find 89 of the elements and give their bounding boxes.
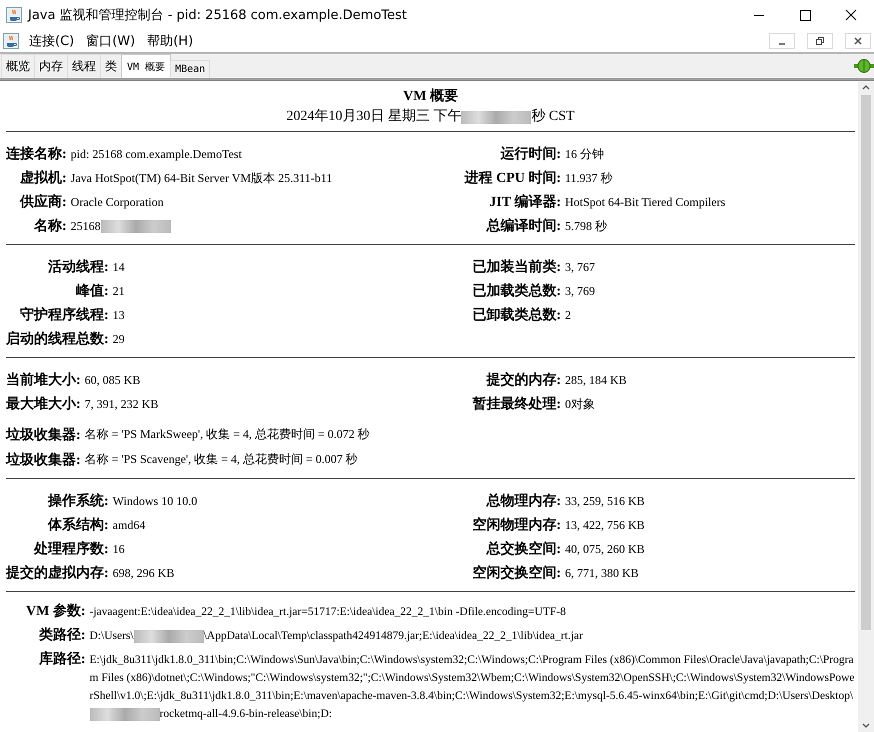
tab[interactable]: MBean (170, 60, 210, 78)
field-label: 已卸载类总数: (472, 306, 562, 324)
field-value: 名称 = 'PS Scavenge', 收集 = 4, 总花费时间 = 0.007 秒 (84, 451, 358, 468)
vertical-scrollbar[interactable] (858, 81, 874, 732)
close-button[interactable] (845, 33, 871, 49)
timestamp-text: 秒 CST (531, 108, 575, 126)
field-value: pid: 25168 com.example.DemoTest (70, 146, 242, 162)
field-label: 虚拟机: (19, 169, 68, 187)
close-icon (854, 37, 862, 45)
field-label: 暂挂最终处理: (472, 395, 562, 413)
field-label: 体系结构: (46, 516, 110, 534)
path-text: rocketmq-all-4.9.6-bin-release\bin;D: (160, 708, 332, 720)
field-value: 13 (112, 308, 125, 322)
menu-item[interactable]: 窗口(W) (84, 32, 138, 50)
redacted-block (90, 708, 160, 721)
field-value: 6, 771, 380 KB (565, 566, 639, 580)
menu-item[interactable]: 连接(C) (27, 32, 76, 50)
field-label: 库路径: (38, 650, 86, 669)
field-label: 峰值: (75, 282, 110, 300)
field-label: 已加载类总数: (472, 282, 562, 300)
field-label: JIT 编译器: (488, 193, 562, 211)
field-value: 33, 259, 516 KB (565, 494, 645, 508)
plug-icon[interactable] (854, 59, 874, 73)
field-label: 名称: (32, 217, 68, 235)
window-title: Java 监视和管理控制台 - pid: 25168 com.example.DemoTest (28, 7, 408, 24)
field-label: 当前堆大小: (6, 371, 82, 389)
field-value: Windows 10 10.0 (112, 494, 198, 508)
field-value: 11.937 秒 (565, 170, 613, 186)
field-label: 垃圾收集器: (6, 426, 82, 444)
field-value: 285, 184 KB (565, 372, 627, 388)
field-value: 16 分钟 (565, 146, 604, 162)
field-label: 总物理内存: (485, 492, 562, 510)
field-label: 总交换空间: (485, 540, 562, 558)
tab[interactable]: VM 概要 (121, 54, 172, 78)
field-value: 名称 = 'PS MarkSweep', 收集 = 4, 总花费时间 = 0.072 秒 (84, 426, 370, 443)
field-value: 7, 391, 232 KB (84, 396, 158, 412)
field-value: Oracle Corporation (70, 194, 164, 210)
field-label: 进程 CPU 时间: (464, 169, 562, 187)
timestamp-text: 2024年10月30日 星期三 下午 (286, 108, 462, 126)
field-label: 空闲交换空间: (472, 564, 562, 582)
redacted-block (461, 110, 532, 124)
field-label: 最大堆大小: (6, 395, 82, 413)
tab[interactable]: 概览 (1, 54, 35, 78)
field-label: 空闲物理内存: (472, 516, 562, 534)
field-value: 21 (112, 284, 125, 298)
field-label: VM 参数: (26, 602, 86, 621)
field-label: 操作系统: (46, 492, 110, 510)
field-value: 16 (112, 542, 125, 556)
field-value: 698, 296 KB (112, 566, 174, 580)
field-label: 已加装当前类: (472, 258, 562, 276)
field-value: 29 (112, 332, 125, 346)
field-label: 启动的线程总数: (6, 330, 110, 348)
field-value: HotSpot 64-Bit Tiered Compilers (565, 194, 726, 210)
coffee-cup-icon (6, 7, 22, 23)
field-label: 总编译时间: (485, 217, 562, 235)
path-text: -javaagent:E:\idea\idea_22_2_1\lib\idea_rt.jar=51717:E:\idea\idea_22_2_1\bin -Dfile.encoding=UTF-8 (90, 605, 567, 620)
path-text: \AppData\Local\Temp\classpath424914879.jar;E:\idea\idea_22_2_1\lib\idea_rt.jar (204, 630, 583, 642)
field-label: 守护程序线程: (19, 306, 110, 324)
field-value: 3, 767 (565, 260, 595, 274)
field-value: 3, 769 (565, 284, 595, 298)
field-label: 连接名称: (6, 145, 68, 163)
redacted-block (134, 630, 204, 643)
restore-icon (816, 37, 824, 45)
field-value: 5.798 秒 (565, 218, 607, 234)
redacted-block (100, 220, 171, 232)
field-label: 处理程序数: (32, 540, 110, 558)
field-value: 0对象 (565, 396, 595, 412)
field-value: Java HotSpot(TM) 64-Bit Server VM版本 25.311-b11 (70, 170, 332, 186)
field-value: 60, 085 KB (84, 372, 140, 388)
field-value: 40, 075, 260 KB (565, 542, 645, 556)
path-text: D:\Users\ (90, 630, 134, 642)
field-label: 活动线程: (47, 258, 110, 276)
field-label: 提交的内存: (485, 371, 562, 389)
field-label: 提交的虚拟内存: (6, 564, 110, 582)
field-label: 运行时间: (499, 145, 562, 163)
menu-item[interactable]: 帮助(H) (145, 32, 196, 50)
field-value: 2 (565, 308, 571, 322)
field-value: 13, 422, 756 KB (565, 518, 645, 532)
field-value: 14 (112, 260, 125, 274)
field-label: 类路径: (38, 626, 86, 645)
summary-title: VM 概要 (403, 87, 458, 106)
field-value: 25168 (70, 218, 101, 234)
restore-button[interactable] (807, 33, 833, 49)
field-label: 垃圾收集器: (6, 451, 82, 468)
coffee-cup-icon (3, 33, 19, 49)
close-icon[interactable] (844, 8, 858, 22)
maximize-icon[interactable] (798, 8, 812, 22)
field-label: 供应商: (18, 193, 68, 211)
field-value: amd64 (112, 518, 146, 532)
